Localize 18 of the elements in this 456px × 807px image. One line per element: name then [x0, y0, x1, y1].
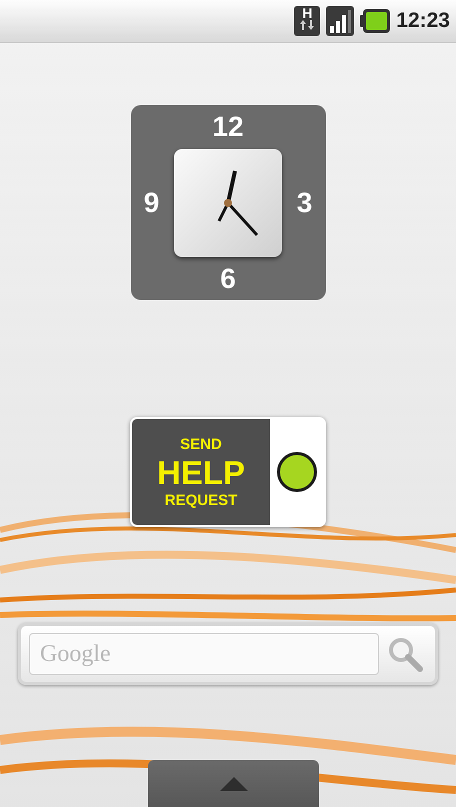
network-type-icon: H	[294, 6, 320, 36]
search-icon[interactable]	[387, 636, 423, 672]
search-bar[interactable]: Google	[18, 623, 438, 685]
search-field[interactable]: Google	[29, 633, 379, 675]
app-drawer-button[interactable]	[148, 760, 319, 807]
help-widget-label: REQUEST	[164, 492, 238, 508]
clock-time: 12:23	[396, 9, 450, 33]
help-request-widget[interactable]: SEND HELP REQUEST	[130, 417, 326, 527]
clock-widget[interactable]: 12 9 3 6	[130, 105, 326, 300]
clock-numeral: 9	[144, 187, 160, 219]
signal-icon	[326, 6, 354, 36]
clock-numeral: 3	[296, 187, 312, 219]
help-widget-label: HELP	[156, 456, 245, 488]
caret-icon	[220, 776, 248, 790]
clock-numeral: 6	[220, 263, 236, 295]
battery-icon	[360, 9, 390, 33]
clock-numeral: 12	[212, 111, 244, 143]
help-widget-label: SEND	[180, 436, 222, 452]
